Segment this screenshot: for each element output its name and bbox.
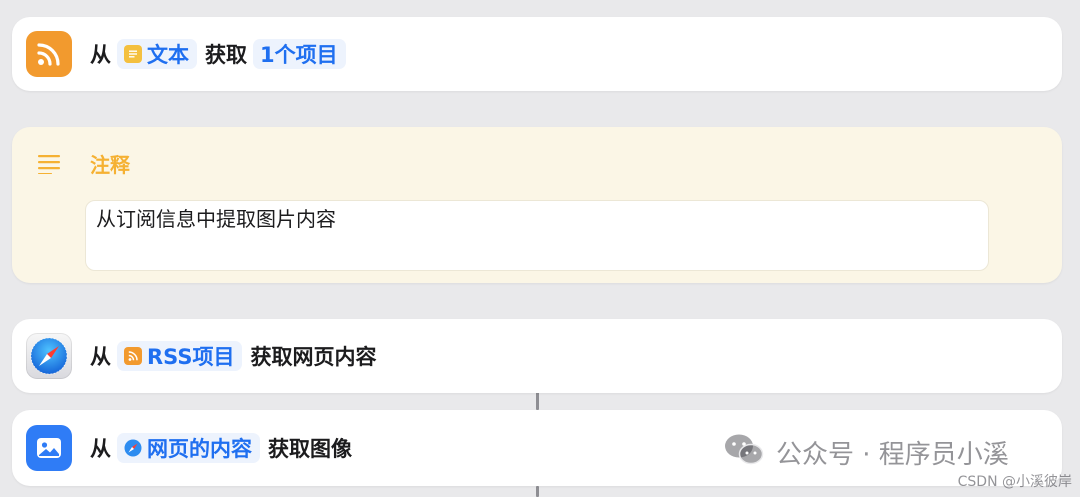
- safari-icon: [26, 333, 72, 379]
- action-sentence: 从 文本 获取 1个项目: [90, 39, 354, 69]
- lines-icon: [38, 154, 62, 178]
- action-prefix: 从: [90, 43, 111, 67]
- text-variable-token[interactable]: 文本: [117, 39, 197, 69]
- comment-text-field[interactable]: 从订阅信息中提取图片内容: [85, 200, 989, 271]
- action-prefix: 从: [90, 437, 111, 461]
- item-count-token[interactable]: 1个项目: [253, 39, 346, 69]
- comment-action[interactable]: 注释 从订阅信息中提取图片内容: [12, 127, 1062, 283]
- action-prefix: 从: [90, 345, 111, 369]
- rss-icon: [26, 31, 72, 77]
- action-middle: 获取: [205, 43, 247, 67]
- action-sentence: 从 RSS项目 获取网页内容: [90, 341, 382, 371]
- watermark: 公众号 · 程序员小溪: [724, 432, 1009, 473]
- token-label: 网页的内容: [147, 437, 252, 461]
- token-label: RSS项目: [147, 345, 235, 369]
- action-suffix: 获取图像: [268, 437, 352, 461]
- rss-icon: [124, 347, 142, 365]
- action-suffix: 获取网页内容: [250, 345, 377, 369]
- rss-item-variable-token[interactable]: RSS项目: [117, 341, 243, 371]
- safari-icon: [124, 439, 142, 457]
- connector-line: [536, 392, 539, 410]
- action-get-item-from-list[interactable]: 从 文本 获取 1个项目: [12, 17, 1062, 91]
- connector-line: [536, 486, 539, 497]
- webpage-contents-variable-token[interactable]: 网页的内容: [117, 433, 260, 463]
- source-credit: CSDN @小溪彼岸: [957, 474, 1072, 490]
- token-label: 文本: [147, 43, 189, 67]
- watermark-text: 公众号 · 程序员小溪: [776, 440, 1009, 470]
- text-document-icon: [124, 45, 142, 63]
- photo-icon: [26, 425, 72, 471]
- action-get-webpage-contents[interactable]: 从 RSS项目 获取网页内容: [12, 319, 1062, 393]
- comment-title: 注释: [90, 153, 130, 177]
- wechat-icon: [724, 432, 764, 473]
- action-sentence: 从 网页的内容 获取图像: [90, 433, 358, 463]
